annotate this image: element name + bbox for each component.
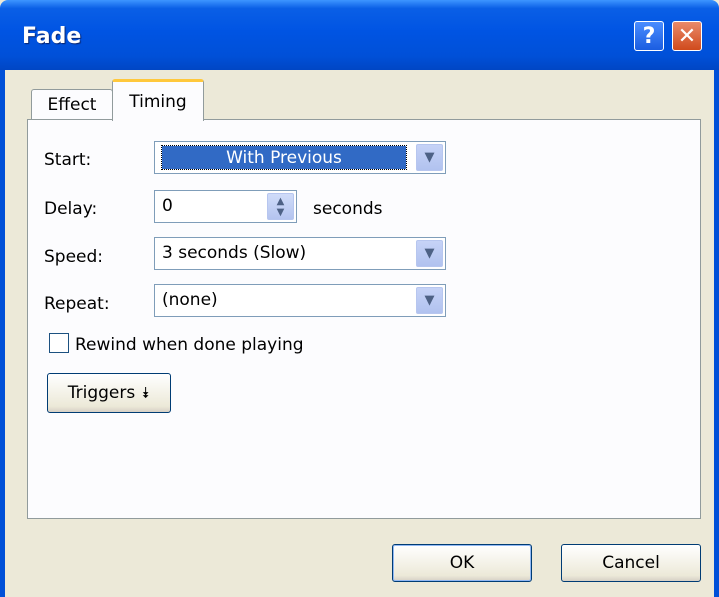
tab-effect-label: Effect <box>47 94 97 115</box>
help-button[interactable]: ? <box>634 21 664 51</box>
speed-select-value: 3 seconds (Slow) <box>162 243 307 263</box>
dialog-window: Fade ? ✕ Effect Timing Start: With Previ… <box>0 0 719 597</box>
start-select[interactable]: With Previous ▼ <box>154 141 446 174</box>
chevron-down-icon[interactable]: ▼ <box>416 240 443 267</box>
delay-value: 0 <box>162 196 173 216</box>
ok-button[interactable]: OK <box>392 544 532 582</box>
triggers-label: Triggers <box>67 383 136 403</box>
spinner-arrows-icon[interactable]: ▲ ▼ <box>267 193 294 220</box>
spin-up-icon[interactable]: ▲ <box>277 196 285 207</box>
rewind-checkbox[interactable] <box>49 333 69 353</box>
rewind-label[interactable]: Rewind when done playing <box>75 335 304 355</box>
chevron-down-icon[interactable]: ▼ <box>416 287 443 314</box>
repeat-select[interactable]: (none) ▼ <box>154 284 446 317</box>
title-bar[interactable]: Fade ? ✕ <box>0 0 719 70</box>
start-label: Start: <box>44 150 92 170</box>
delay-spinner[interactable]: 0 ▲ ▼ <box>154 190 297 223</box>
tab-timing[interactable]: Timing <box>112 79 204 121</box>
delay-label: Delay: <box>44 199 98 219</box>
triggers-button[interactable]: Triggers ⯯ <box>47 373 171 413</box>
ok-label: OK <box>449 553 475 573</box>
delay-unit: seconds <box>313 199 383 219</box>
start-select-value: With Previous <box>161 145 407 170</box>
cancel-label: Cancel <box>602 553 660 573</box>
spin-down-icon[interactable]: ▼ <box>277 207 285 218</box>
close-icon: ✕ <box>677 23 697 49</box>
timing-panel <box>27 119 701 519</box>
repeat-label: Repeat: <box>44 294 110 314</box>
double-chevron-down-icon: ⯯ <box>141 384 151 402</box>
cancel-button[interactable]: Cancel <box>561 544 701 582</box>
help-icon: ? <box>642 23 656 49</box>
repeat-select-value: (none) <box>162 290 218 310</box>
chevron-down-icon[interactable]: ▼ <box>416 144 443 171</box>
close-button[interactable]: ✕ <box>672 21 702 51</box>
speed-select[interactable]: 3 seconds (Slow) ▼ <box>154 237 446 270</box>
tab-timing-label: Timing <box>129 91 187 112</box>
window-border-right <box>714 70 719 597</box>
speed-label: Speed: <box>44 247 104 267</box>
window-title: Fade <box>22 24 82 49</box>
tab-effect[interactable]: Effect <box>31 89 113 119</box>
window-border-left <box>0 70 5 597</box>
